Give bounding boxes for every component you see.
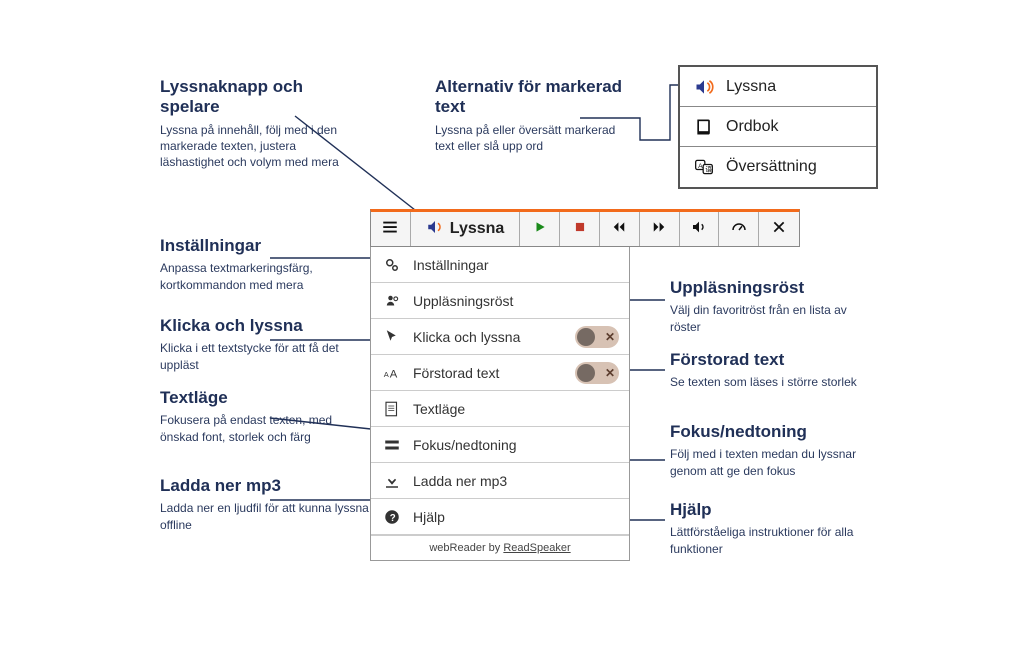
- toggle-off-icon: ✕: [605, 330, 615, 344]
- svg-text:A: A: [698, 163, 703, 170]
- annotation-selection: Alternativ för markerad text Lyssna på e…: [435, 77, 635, 154]
- toolbar-forward-button[interactable]: [640, 212, 680, 246]
- menu-label: Inställningar: [413, 257, 619, 273]
- toolbar-close-button[interactable]: [759, 212, 799, 246]
- speaker-icon: [692, 77, 716, 97]
- menu-textmode[interactable]: Textläge: [371, 391, 629, 427]
- close-icon: [772, 220, 786, 239]
- rewind-icon: [611, 220, 627, 239]
- text-size-icon: AA: [381, 364, 403, 382]
- book-icon: [692, 117, 716, 137]
- annotation-desc: Följ med i texten medan du lyssnar genom…: [670, 446, 880, 478]
- context-dictionary[interactable]: Ordbok: [680, 107, 876, 147]
- player-toolbar: Lyssna: [370, 209, 800, 247]
- annotation-player: Lyssnaknapp och spelare Lyssna på innehå…: [160, 77, 360, 170]
- annotation-download: Ladda ner mp3 Ladda ner en ljudfil för a…: [160, 476, 370, 533]
- context-translate[interactable]: A语 Översättning: [680, 147, 876, 187]
- play-icon: [533, 220, 547, 239]
- toggle-enlarge[interactable]: ✕: [575, 362, 619, 384]
- menu-label: Uppläsningsröst: [413, 293, 619, 309]
- toolbar-volume-button[interactable]: [680, 212, 720, 246]
- annotation-title: Ladda ner mp3: [160, 476, 370, 496]
- annotation-desc: Lyssna på innehåll, följ med i den marke…: [160, 122, 360, 171]
- annotation-focus: Fokus/nedtoning Följ med i texten medan …: [670, 422, 880, 479]
- toggle-clicklisten[interactable]: ✕: [575, 326, 619, 348]
- help-icon: ?: [381, 508, 403, 526]
- annotation-title: Klicka och lyssna: [160, 316, 370, 336]
- context-listen[interactable]: Lyssna: [680, 67, 876, 107]
- menu-label: Förstorad text: [413, 365, 575, 381]
- gear-icon: [381, 256, 403, 274]
- menu-voice[interactable]: Uppläsningsröst: [371, 283, 629, 319]
- annotation-title: Inställningar: [160, 236, 370, 256]
- voice-icon: [381, 292, 403, 310]
- menu-focus[interactable]: Fokus/nedtoning: [371, 427, 629, 463]
- annotation-clicklisten: Klicka och lyssna Klicka i ett textstyck…: [160, 316, 370, 373]
- stop-icon: [573, 220, 587, 239]
- toolbar-rewind-button[interactable]: [600, 212, 640, 246]
- toolbar-play-button[interactable]: [520, 212, 560, 246]
- context-label: Översättning: [726, 158, 817, 176]
- annotation-title: Lyssnaknapp och spelare: [160, 77, 360, 118]
- annotation-desc: Klicka i ett textstycke för att få det u…: [160, 340, 370, 372]
- menu-label: Klicka och lyssna: [413, 329, 575, 345]
- footer-link[interactable]: ReadSpeaker: [503, 542, 570, 554]
- player-dropdown-menu: Inställningar Uppläsningsröst Klicka och…: [370, 247, 630, 561]
- annotation-enlarge: Förstorad text Se texten som läses i stö…: [670, 350, 857, 391]
- annotation-title: Förstorad text: [670, 350, 857, 370]
- annotation-desc: Ladda ner en ljudfil för att kunna lyssn…: [160, 500, 370, 532]
- toggle-knob: [577, 364, 595, 382]
- annotation-desc: Lyssna på eller översätt markerad text e…: [435, 122, 635, 154]
- toggle-knob: [577, 328, 595, 346]
- listen-label: Lyssna: [450, 220, 505, 238]
- annotation-settings: Inställningar Anpassa textmarkeringsfärg…: [160, 236, 370, 293]
- forward-icon: [651, 220, 667, 239]
- download-icon: [381, 472, 403, 490]
- annotation-title: Fokus/nedtoning: [670, 422, 880, 442]
- translate-icon: A语: [692, 157, 716, 177]
- annotation-desc: Se texten som läses i större storlek: [670, 374, 857, 390]
- menu-label: Textläge: [413, 401, 619, 417]
- selection-context-menu: Lyssna Ordbok A语 Översättning: [678, 65, 878, 189]
- annotation-textmode: Textläge Fokusera på endast texten, med …: [160, 388, 370, 445]
- annotation-desc: Välj din favoritröst från en lista av rö…: [670, 302, 880, 334]
- menu-label: Ladda ner mp3: [413, 473, 619, 489]
- svg-text:A: A: [390, 368, 398, 380]
- menu-label: Fokus/nedtoning: [413, 437, 619, 453]
- toolbar-speed-button[interactable]: [719, 212, 759, 246]
- toolbar-stop-button[interactable]: [560, 212, 600, 246]
- toggle-off-icon: ✕: [605, 366, 615, 380]
- toolbar-listen-button[interactable]: Lyssna: [411, 212, 520, 246]
- menu-help[interactable]: ? Hjälp: [371, 499, 629, 535]
- context-label: Lyssna: [726, 78, 776, 96]
- footer-prefix: webReader by: [429, 542, 503, 554]
- annotation-desc: Lättförståeliga instruktioner för alla f…: [670, 524, 880, 556]
- annotation-desc: Fokusera på endast texten, med önskad fo…: [160, 412, 370, 444]
- toolbar-menu-button[interactable]: [371, 212, 411, 246]
- menu-enlarge[interactable]: AA Förstorad text ✕: [371, 355, 629, 391]
- annotation-title: Alternativ för markerad text: [435, 77, 635, 118]
- menu-settings[interactable]: Inställningar: [371, 247, 629, 283]
- annotation-desc: Anpassa textmarkeringsfärg, kortkommando…: [160, 260, 370, 292]
- annotation-voice: Uppläsningsröst Välj din favoritröst frå…: [670, 278, 880, 335]
- menu-label: Hjälp: [413, 509, 619, 525]
- context-label: Ordbok: [726, 118, 778, 136]
- annotation-help: Hjälp Lättförståeliga instruktioner för …: [670, 500, 880, 557]
- menu-download[interactable]: Ladda ner mp3: [371, 463, 629, 499]
- volume-icon: [691, 219, 707, 240]
- svg-text:A: A: [384, 369, 389, 378]
- dropdown-footer: webReader by ReadSpeaker: [371, 535, 629, 560]
- document-icon: [381, 400, 403, 418]
- annotation-title: Uppläsningsröst: [670, 278, 880, 298]
- speaker-icon: [426, 218, 444, 241]
- focus-icon: [381, 436, 403, 454]
- svg-text:语: 语: [705, 165, 712, 174]
- svg-text:?: ?: [390, 512, 396, 523]
- hamburger-icon: [381, 218, 399, 241]
- annotation-title: Textläge: [160, 388, 370, 408]
- cursor-click-icon: [381, 328, 403, 346]
- gauge-icon: [730, 218, 748, 241]
- menu-clicklisten[interactable]: Klicka och lyssna ✕: [371, 319, 629, 355]
- annotation-title: Hjälp: [670, 500, 880, 520]
